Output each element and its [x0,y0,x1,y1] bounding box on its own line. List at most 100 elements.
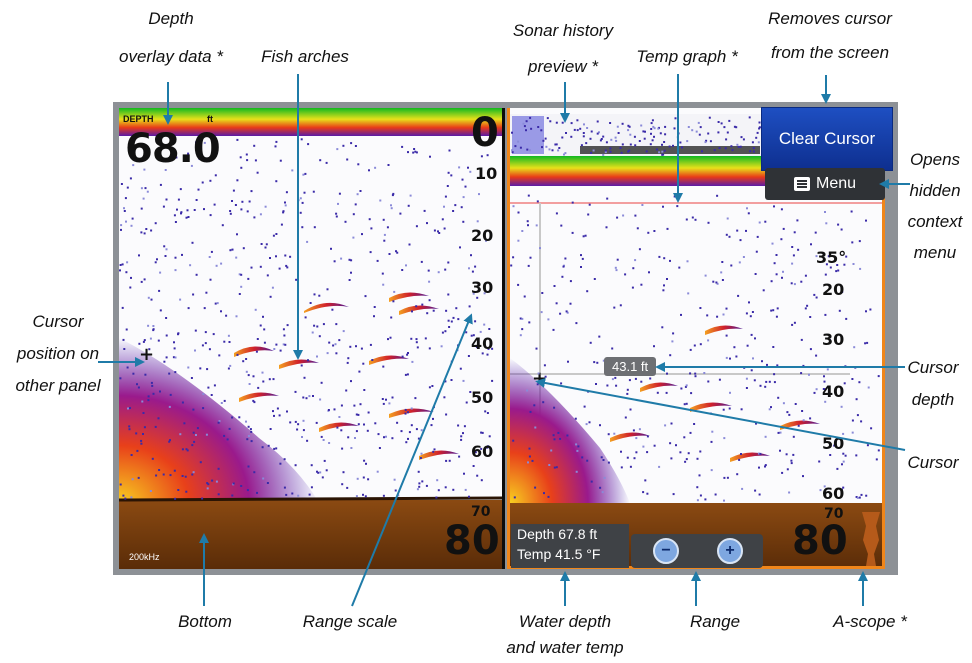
menu-button[interactable]: Menu [765,168,885,200]
echo-speckle [156,258,158,261]
echo-speckle [632,267,635,270]
echo-speckle [740,408,743,411]
echo-speckle [512,256,515,259]
echo-speckle [173,341,175,344]
echo-speckle [770,309,773,312]
echo-speckle [261,371,264,374]
echo-speckle [228,427,231,430]
echo-speckle [649,377,652,380]
echo-speckle [335,352,338,355]
echo-speckle [707,221,710,224]
echo-speckle [283,458,286,461]
echo-speckle [837,223,840,226]
echo-speckle [587,390,590,393]
echo-speckle [285,191,288,194]
echo-speckle [169,393,172,396]
echo-speckle [274,145,277,148]
echo-speckle [460,438,463,441]
cursor-marker[interactable]: + [532,368,547,389]
echo-speckle [415,151,418,154]
echo-speckle [122,494,125,497]
echo-speckle [802,419,805,422]
echo-speckle [450,320,453,323]
echo-speckle [646,492,649,495]
echo-speckle [697,121,700,124]
echo-speckle [557,149,560,152]
echo-speckle [415,225,418,228]
zoom-in-button[interactable]: + [717,538,743,564]
echo-speckle [187,307,190,310]
clear-cursor-button[interactable]: Clear Cursor [761,107,893,171]
callout-text: and water temp [506,638,624,657]
echo-speckle [454,204,457,207]
echo-speckle [590,151,593,154]
echo-speckle [179,298,182,301]
echo-speckle [592,149,595,152]
echo-speckle [444,268,447,271]
echo-speckle [801,410,804,412]
echo-speckle [121,306,124,309]
echo-speckle [792,254,795,257]
echo-speckle [177,198,180,201]
echo-speckle [125,220,127,223]
echo-speckle [663,149,666,152]
echo-speckle [165,317,168,319]
echo-speckle [540,311,543,314]
echo-speckle [642,491,645,494]
echo-speckle [140,280,143,283]
echo-speckle [800,372,803,375]
echo-speckle [420,260,423,263]
echo-speckle [685,218,688,221]
echo-speckle [773,373,776,376]
echo-speckle [185,216,188,219]
echo-speckle [752,357,754,360]
echo-speckle [471,270,474,273]
echo-speckle [418,485,421,488]
echo-speckle [646,451,649,454]
echo-speckle [758,221,761,224]
left-sonar-panel[interactable]: + DEPTH ft 68.0 0 10 20 30 40 50 60 70 8… [119,108,505,569]
echo-speckle [247,277,250,280]
echo-speckle [535,224,538,227]
echo-speckle [474,265,477,268]
echo-speckle [653,345,655,348]
echo-speckle [674,117,677,120]
echo-speckle [569,302,572,305]
echo-speckle [248,435,250,437]
echo-speckle [382,218,385,221]
echo-speckle [859,267,862,270]
echo-speckle [311,331,314,334]
echo-speckle [186,449,189,452]
echo-speckle [463,425,466,428]
echo-speckle [120,183,123,185]
callout-text: Range scale [302,612,398,631]
echo-speckle [283,334,286,337]
callout-text: Cursor [32,312,84,331]
echo-speckle [382,365,385,368]
history-preview-window[interactable] [512,116,544,154]
echo-speckle [297,494,300,497]
echo-speckle [704,141,707,144]
echo-speckle [590,480,593,483]
echo-speckle [316,355,318,358]
echo-speckle [173,469,176,472]
echo-speckle [725,334,728,337]
zoom-out-button[interactable]: − [653,538,679,564]
echo-speckle [855,454,858,457]
echo-speckle [750,369,753,372]
echo-speckle [157,339,160,342]
echo-speckle [583,405,586,408]
echo-speckle [796,219,799,222]
echo-speckle [866,341,869,344]
echo-speckle [751,311,754,313]
echo-speckle [460,435,463,438]
echo-speckle [614,136,617,139]
echo-speckle [522,122,525,125]
echo-speckle [452,488,455,491]
echo-speckle [412,151,415,154]
echo-speckle [356,477,359,480]
echo-speckle [715,281,718,284]
echo-speckle [295,278,298,281]
echo-speckle [512,439,515,442]
echo-speckle [666,278,668,280]
